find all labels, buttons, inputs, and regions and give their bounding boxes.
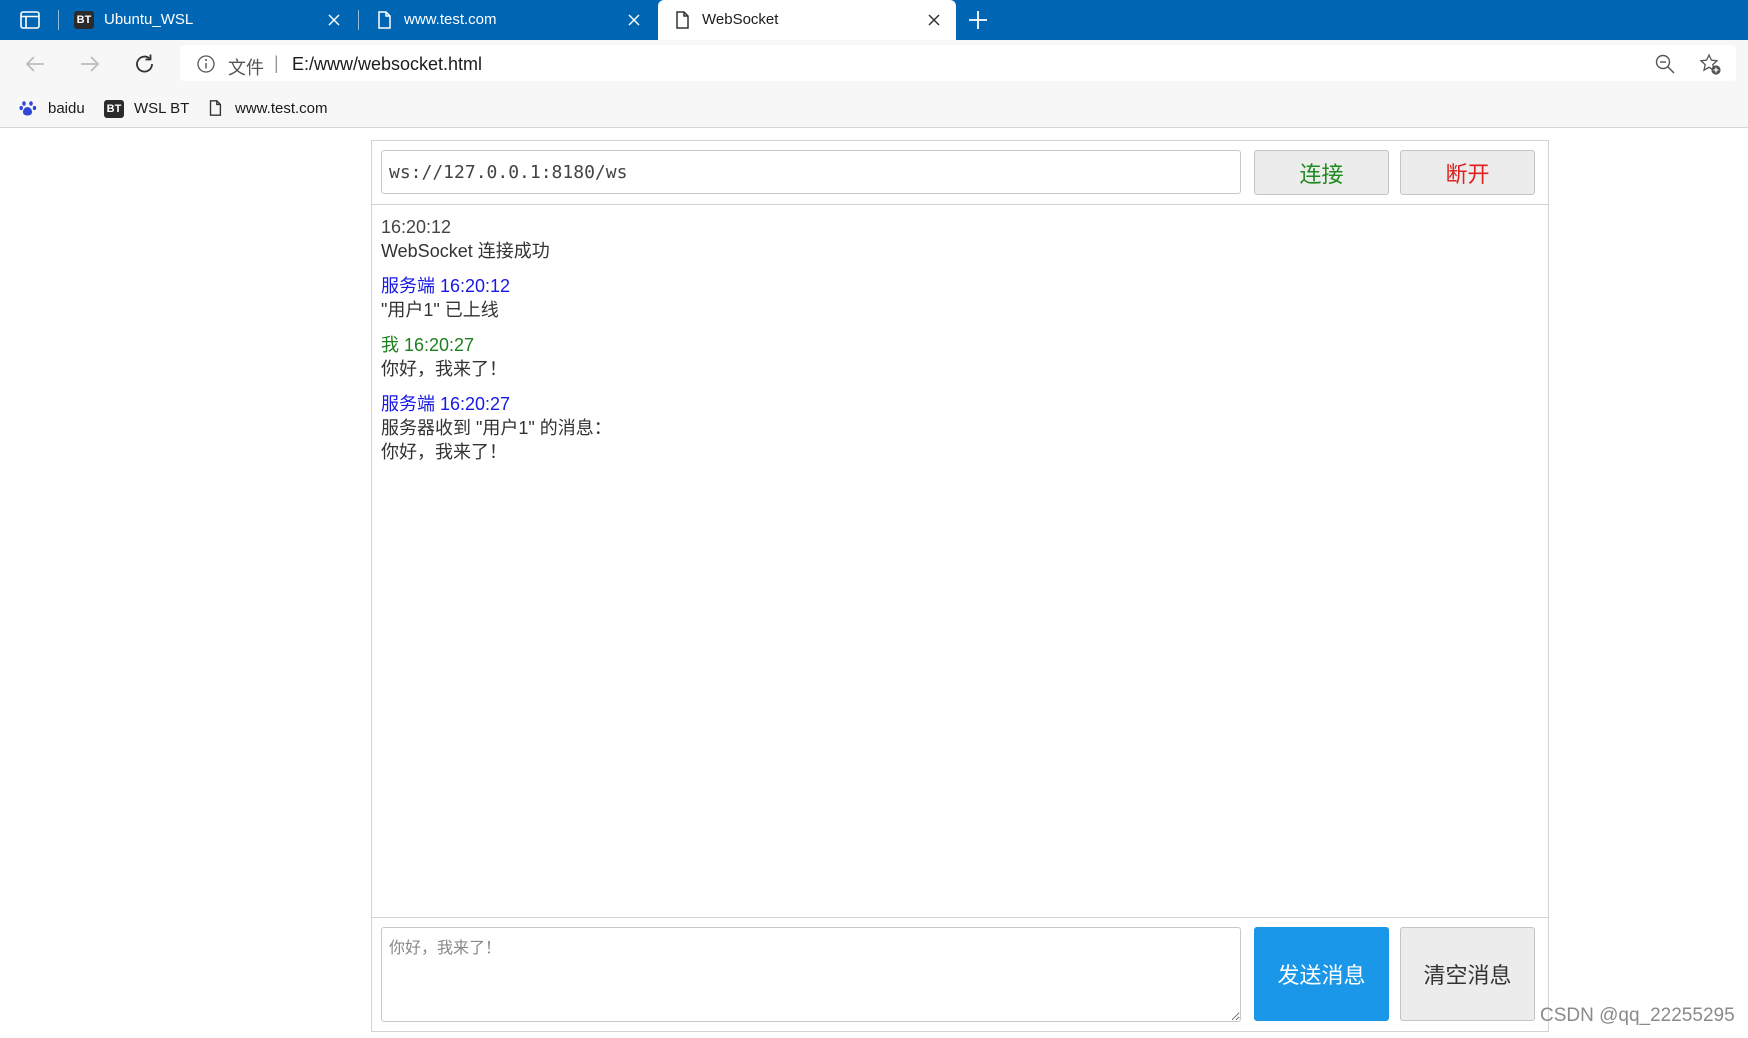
log-entry-body: 服务器收到 "用户1" 的消息： 你好，我来了！ bbox=[381, 418, 612, 462]
server-url-input[interactable] bbox=[381, 150, 1241, 194]
connection-row: 连接 断开 bbox=[372, 141, 1548, 205]
bookmark-label: www.test.com bbox=[235, 99, 328, 117]
log-entry: 16:20:12 WebSocket 连接成功 bbox=[381, 215, 1531, 263]
close-icon[interactable] bbox=[326, 12, 342, 28]
tab-separator bbox=[58, 10, 59, 30]
bookmark-label: WSL BT bbox=[134, 99, 190, 117]
log-entry: 我 16:20:27 你好，我来了！ bbox=[381, 333, 1531, 381]
tab-www-test-com[interactable]: www.test.com bbox=[360, 0, 656, 40]
bookmark-baidu[interactable]: baidu bbox=[18, 96, 85, 120]
log-entry-body: "用户1" 已上线 bbox=[381, 300, 499, 320]
scheme-separator: | bbox=[274, 53, 279, 73]
bt-badge-icon: BT bbox=[74, 10, 94, 30]
bt-badge-text: BT bbox=[104, 99, 124, 118]
log-entry-body: WebSocket 连接成功 bbox=[381, 241, 550, 261]
tab-separator bbox=[358, 10, 359, 30]
back-arrow-icon[interactable] bbox=[22, 52, 48, 76]
add-favorite-icon[interactable] bbox=[1698, 52, 1722, 76]
refresh-icon[interactable] bbox=[132, 52, 158, 76]
bookmark-wsl-bt[interactable]: BT WSL BT bbox=[104, 96, 189, 120]
address-toolbar: 文件 | E:/www/websocket.html bbox=[0, 40, 1748, 88]
zoom-out-icon[interactable] bbox=[1654, 53, 1676, 75]
log-entry-header: 16:20:12 bbox=[381, 217, 452, 237]
tab-strip: BT Ubuntu_WSL www.test.com WebSocket bbox=[0, 0, 1748, 40]
disconnect-button[interactable]: 断开 bbox=[1400, 150, 1535, 195]
baidu-paw-icon bbox=[18, 98, 38, 118]
tab-actions-icon bbox=[20, 11, 40, 29]
tab-title: www.test.com bbox=[404, 11, 497, 28]
page-icon bbox=[378, 11, 391, 29]
bookmark-www-test-com[interactable]: www.test.com bbox=[205, 96, 328, 120]
message-input[interactable] bbox=[381, 927, 1241, 1022]
log-entry-header: 服务端 16:20:27 bbox=[381, 394, 511, 414]
bt-badge-icon: BT bbox=[104, 98, 124, 118]
bookmark-label: baidu bbox=[48, 99, 85, 117]
page-icon bbox=[205, 98, 225, 118]
websocket-panel: 连接 断开 16:20:12 WebSocket 连接成功 服务端 16:20:… bbox=[371, 140, 1549, 1032]
connect-button[interactable]: 连接 bbox=[1254, 150, 1389, 195]
close-icon[interactable] bbox=[626, 12, 642, 28]
message-log: 16:20:12 WebSocket 连接成功 服务端 16:20:12 "用户… bbox=[381, 215, 1531, 475]
url-text[interactable]: E:/www/websocket.html bbox=[292, 54, 482, 75]
forward-arrow-icon[interactable] bbox=[77, 52, 103, 76]
new-tab-button[interactable] bbox=[964, 8, 992, 32]
compose-row: 发送消息 清空消息 bbox=[372, 917, 1548, 1031]
send-button[interactable]: 发送消息 bbox=[1254, 927, 1389, 1021]
bookmarks-bar: baidu BT WSL BT www.test.com bbox=[0, 88, 1748, 128]
watermark: CSDN @qq_22255295 bbox=[1540, 1005, 1735, 1026]
log-entry-header: 服务端 16:20:12 bbox=[381, 276, 511, 296]
bt-badge-text: BT bbox=[74, 11, 94, 29]
tab-websocket[interactable]: WebSocket bbox=[658, 0, 956, 40]
log-entry-header: 我 16:20:27 bbox=[381, 335, 475, 355]
tab-title: WebSocket bbox=[702, 11, 779, 28]
scheme-label: 文件 bbox=[228, 58, 264, 78]
close-icon[interactable] bbox=[926, 12, 942, 28]
tab-title: Ubuntu_WSL bbox=[104, 11, 194, 28]
tab-ubuntu-wsl[interactable]: BT Ubuntu_WSL bbox=[60, 0, 356, 40]
info-icon[interactable] bbox=[196, 54, 216, 74]
log-entry: 服务端 16:20:12 "用户1" 已上线 bbox=[381, 274, 1531, 322]
page-icon bbox=[676, 11, 689, 29]
log-entry-body: 你好，我来了！ bbox=[381, 359, 507, 379]
log-entry: 服务端 16:20:27 服务器收到 "用户1" 的消息： 你好，我来了！ bbox=[381, 392, 1531, 464]
clear-button[interactable]: 清空消息 bbox=[1400, 927, 1535, 1021]
address-bar[interactable]: 文件 | E:/www/websocket.html bbox=[180, 45, 1736, 81]
tab-actions-button[interactable] bbox=[12, 8, 48, 32]
